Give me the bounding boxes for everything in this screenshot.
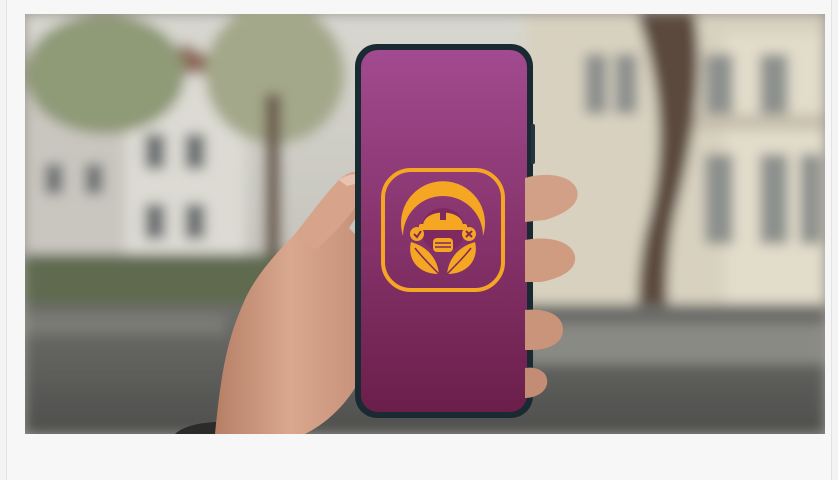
photo-scene — [25, 14, 825, 434]
photo — [25, 14, 825, 434]
content-card — [6, 0, 832, 480]
check-icon — [410, 227, 424, 241]
